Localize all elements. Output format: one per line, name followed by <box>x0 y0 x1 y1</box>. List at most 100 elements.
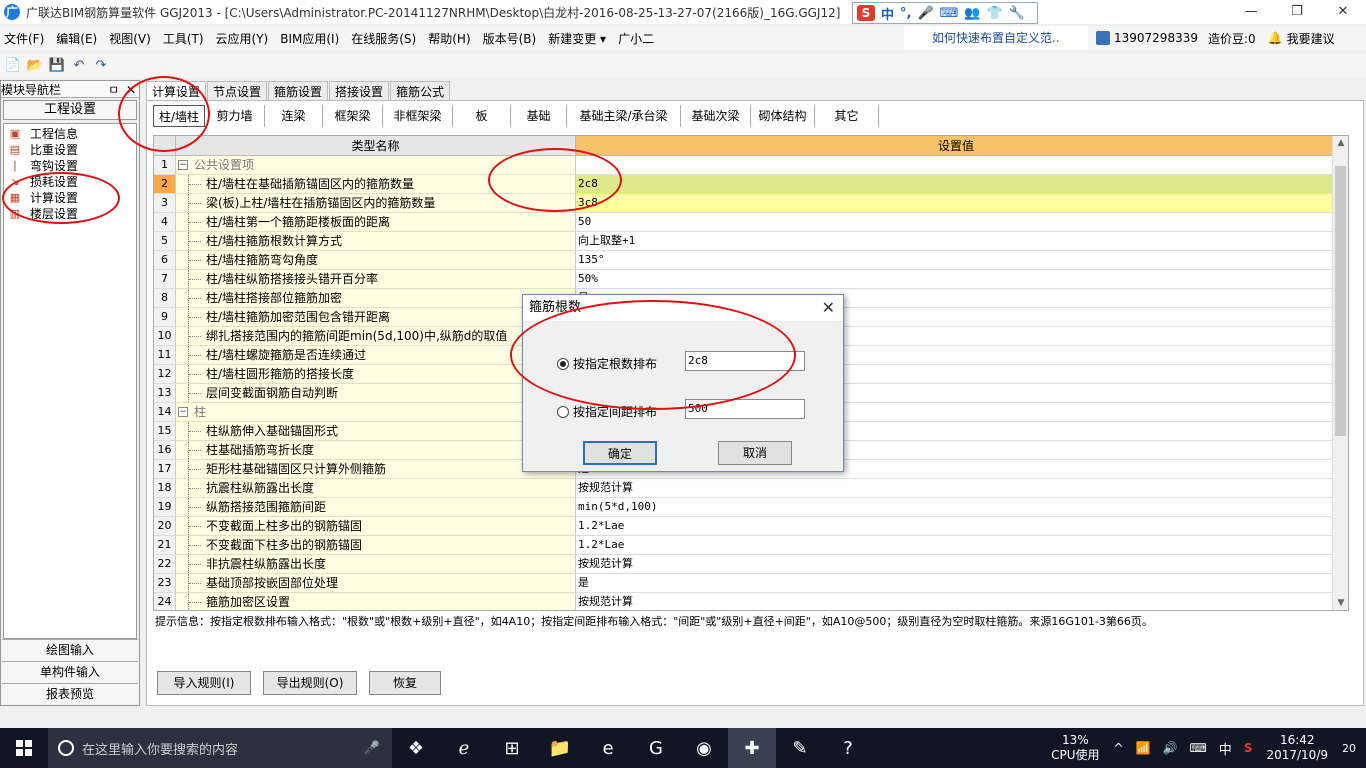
setting-value[interactable]: 按规范计算 <box>576 555 1336 574</box>
nav-close-icon[interactable]: ✕ <box>126 83 136 97</box>
menu-online[interactable]: 在线服务(S) <box>347 30 420 47</box>
setting-value[interactable]: 3c8 <box>576 194 1336 213</box>
setting-value[interactable]: 50% <box>576 270 1336 289</box>
start-button[interactable] <box>0 728 48 768</box>
nav-section-project-settings[interactable]: 工程设置 <box>3 100 137 120</box>
nav-single-component-input[interactable]: 单构件输入 <box>2 661 138 682</box>
file-explorer-icon[interactable]: 📁 <box>536 728 584 768</box>
ime-indicator[interactable]: 中 <box>1219 739 1232 758</box>
menu-assistant[interactable]: 广小二 <box>614 30 658 47</box>
table-row[interactable]: 24 箍筋加密区设置 按规范计算 <box>154 593 1348 610</box>
keyboard-icon[interactable]: ⌨ <box>1189 741 1206 755</box>
radio-by-spacing[interactable] <box>557 405 569 418</box>
feedback-link[interactable]: 我要建议 <box>1287 30 1335 47</box>
subtab-foundation-main-beam[interactable]: 基础主梁/承台梁 <box>567 105 681 127</box>
table-row[interactable]: 5 柱/墙柱箍筋根数计算方式 向上取整+1 <box>154 232 1348 251</box>
nav-report-preview[interactable]: 报表预览 <box>2 683 138 704</box>
setting-value[interactable]: 2c8 <box>576 175 1336 194</box>
microphone-icon[interactable]: 🎤 <box>364 741 380 756</box>
user-phone[interactable]: 13907298339 <box>1114 31 1198 45</box>
nav-item-loss[interactable]: ↘ 损耗设置 <box>4 174 136 190</box>
export-rules-button[interactable]: 导出规则(O) <box>263 671 357 695</box>
scroll-down-icon[interactable]: ▼ <box>1333 596 1348 610</box>
setting-value[interactable]: min(5*d,100) <box>576 498 1336 517</box>
clock[interactable]: 16:42 2017/10/9 <box>1266 733 1328 763</box>
setting-value[interactable]: 50 <box>576 213 1336 232</box>
setting-value[interactable]: 是 <box>576 574 1336 593</box>
bell-icon[interactable]: 🔔 <box>1268 31 1283 45</box>
skin-icon[interactable]: 👕 <box>987 6 1003 21</box>
table-row[interactable]: 7 柱/墙柱纵筋搭接接头错开百分率 50% <box>154 270 1348 289</box>
help-search-link[interactable]: 如何快速布置自定义范.. <box>904 26 1088 50</box>
menu-view[interactable]: 视图(V) <box>105 30 155 47</box>
setting-value[interactable]: 1.2*Lae <box>576 536 1336 555</box>
credits-label[interactable]: 造价豆:0 <box>1208 30 1256 47</box>
chevron-up-icon[interactable]: ^ <box>1114 741 1124 755</box>
task-view-icon[interactable]: ❖ <box>392 728 440 768</box>
app-g-icon[interactable]: G <box>632 728 680 768</box>
collapse-icon[interactable]: − <box>178 407 188 417</box>
setting-value[interactable]: 向上取整+1 <box>576 232 1336 251</box>
microphone-icon[interactable]: 🎤 <box>917 6 933 21</box>
edge-browser-icon[interactable]: ℯ <box>440 728 488 768</box>
option-by-spacing[interactable]: 按指定间距排布 <box>557 403 657 420</box>
cpu-usage[interactable]: 13% CPU使用 <box>1051 733 1099 763</box>
dialog-close-icon[interactable]: ✕ <box>822 295 835 321</box>
network-icon[interactable]: 📶 <box>1136 741 1151 755</box>
tab-stirrup-formula[interactable]: 箍筋公式 <box>390 81 451 101</box>
subtab-foundation-secondary-beam[interactable]: 基础次梁 <box>681 105 751 127</box>
count-input[interactable]: 2c8 <box>685 351 805 371</box>
table-row[interactable]: 18 抗震柱纵筋露出长度 按规范计算 <box>154 479 1348 498</box>
pin-icon[interactable]: ㅁ <box>108 83 119 97</box>
menu-file[interactable]: 文件(F) <box>0 30 48 47</box>
setting-value[interactable]: 1.2*Lae <box>576 517 1336 536</box>
table-row[interactable]: 23 基础顶部按嵌固部位处理 是 <box>154 574 1348 593</box>
subtab-nonframe-beam[interactable]: 非框架梁 <box>383 105 453 127</box>
new-file-icon[interactable]: 📄 <box>4 58 22 74</box>
nav-item-hook[interactable]: ❘ 弯钩设置 <box>4 158 136 174</box>
menu-edit[interactable]: 编辑(E) <box>52 30 101 47</box>
subtab-column[interactable]: 柱/墙柱 <box>153 105 205 127</box>
save-icon[interactable]: 💾 <box>48 58 66 74</box>
table-row[interactable]: 6 柱/墙柱箍筋弯勾角度 135° <box>154 251 1348 270</box>
cancel-button[interactable]: 取消 <box>718 441 792 465</box>
table-row[interactable]: 22 非抗震柱纵筋露出长度 按规范计算 <box>154 555 1348 574</box>
nav-item-floor[interactable]: ▥ 楼层设置 <box>4 206 136 222</box>
users-icon[interactable]: 👥 <box>964 6 980 21</box>
notes-app-icon[interactable]: ✎ <box>776 728 824 768</box>
table-row[interactable]: 21 不变截面下柱多出的钢筋锚固 1.2*Lae <box>154 536 1348 555</box>
setting-value[interactable]: 135° <box>576 251 1336 270</box>
menu-tools[interactable]: 工具(T) <box>159 30 208 47</box>
table-row[interactable]: 2 柱/墙柱在基础插筋锚固区内的箍筋数量 2c8 <box>154 175 1348 194</box>
open-folder-icon[interactable]: 📂 <box>26 58 44 74</box>
browser-360-icon[interactable]: ◉ <box>680 728 728 768</box>
table-row[interactable]: 19 纵筋搭接范围箍筋间距 min(5*d,100) <box>154 498 1348 517</box>
setting-value[interactable]: 按规范计算 <box>576 479 1336 498</box>
menu-bim[interactable]: BIM应用(I) <box>276 30 343 47</box>
restore-button[interactable]: 恢复 <box>369 671 441 695</box>
ime-mode-toggle[interactable]: 中 <box>881 4 894 23</box>
vertical-scrollbar[interactable]: ▲ ▼ <box>1332 136 1348 610</box>
subtab-shear-wall[interactable]: 剪力墙 <box>205 105 265 127</box>
menu-help[interactable]: 帮助(H) <box>424 30 474 47</box>
setting-value[interactable]: 按规范计算 <box>576 593 1336 610</box>
close-button[interactable]: ✕ <box>1320 0 1366 24</box>
collapse-icon[interactable]: − <box>178 160 188 170</box>
option-by-count[interactable]: 按指定根数排布 <box>557 355 657 372</box>
nav-item-calc-settings[interactable]: ▦ 计算设置 <box>4 190 136 206</box>
minimize-button[interactable]: — <box>1228 0 1274 24</box>
nav-drawing-input[interactable]: 绘图输入 <box>2 639 138 660</box>
undo-icon[interactable]: ↶ <box>70 58 88 74</box>
keyboard-icon[interactable]: ⌨ <box>940 6 959 21</box>
import-rules-button[interactable]: 导入规则(I) <box>157 671 251 695</box>
subtab-other[interactable]: 其它 <box>815 105 879 127</box>
subtab-coupling-beam[interactable]: 连梁 <box>265 105 323 127</box>
nav-item-project-info[interactable]: ▣ 工程信息 <box>4 126 136 142</box>
menu-new-change[interactable]: 新建变更 ▾ <box>544 30 610 47</box>
notification-center-icon[interactable]: 20 <box>1342 742 1356 755</box>
radio-by-count[interactable] <box>557 357 569 370</box>
subtab-frame-beam[interactable]: 框架梁 <box>323 105 383 127</box>
store-icon[interactable]: ⊞ <box>488 728 536 768</box>
punctuation-icon[interactable]: °, <box>900 6 911 21</box>
ie-browser-icon[interactable]: e <box>584 728 632 768</box>
